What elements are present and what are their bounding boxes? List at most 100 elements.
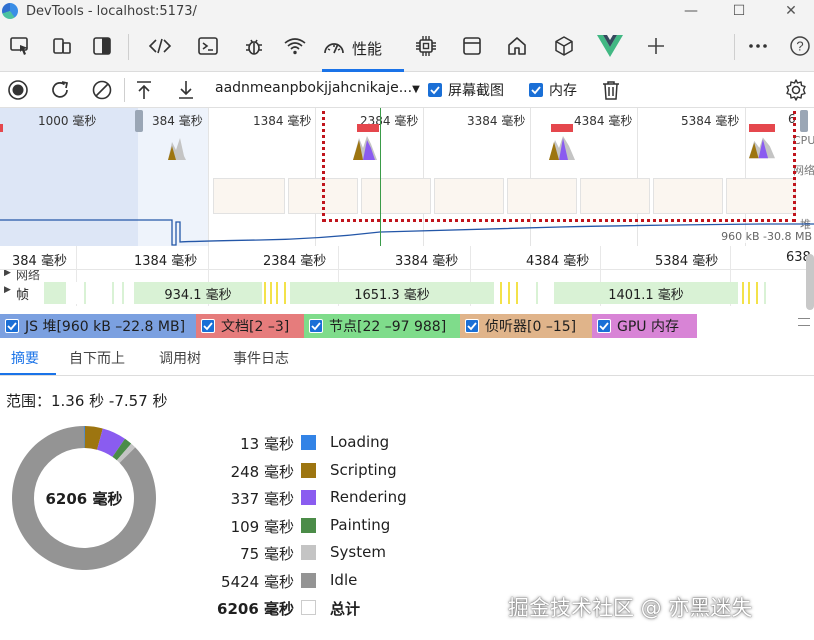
download-profile-icon[interactable] [173,77,199,103]
legend-swatch [301,490,316,505]
summary-legend-row: 13 毫秒 Loading [0,433,420,453]
reload-record-icon[interactable] [47,77,73,103]
legend-value: 109 毫秒 [230,518,294,536]
watermark: 掘金技术社区 @ 亦黑迷失 [508,596,753,620]
close-icon[interactable]: ✕ [768,0,814,22]
legend-value: 5424 毫秒 [221,573,294,591]
memory-counters-bar: JS 堆[960 kB –22.8 MB] 文档[2 –3] 节点[22 –97… [0,314,814,338]
ruler-time-label: 1384 毫秒 [134,254,198,269]
partial-frame-marker [264,282,266,304]
screenshot-thumbnail[interactable] [213,178,285,214]
frame-block[interactable] [44,282,66,304]
application-window-icon[interactable] [458,32,486,60]
sources-bug-icon[interactable] [240,32,268,60]
add-tab-icon[interactable] [642,32,670,60]
summary-legend-row: 5424 毫秒 Idle [0,571,420,591]
partial-frame-marker [284,282,286,304]
selection-handle-left[interactable] [135,110,143,132]
partial-frame-marker [276,282,278,304]
settings-gear-icon[interactable] [783,77,809,103]
partial-frame-marker [500,282,502,304]
tab-performance[interactable]: 性能 [322,30,404,72]
chevron-down-icon: ▼ [412,84,420,95]
elements-icon[interactable] [146,32,174,60]
legend-value: 337 毫秒 [230,490,294,508]
overview-time-label: 1384 毫秒 [253,114,312,128]
legend-swatch [301,573,316,588]
dock-side-icon[interactable] [88,32,116,60]
frame-duration: 1651.3 毫秒 [354,287,430,303]
frames-track[interactable]: 934.1 毫秒 1651.3 毫秒 1401.1 毫秒 ▶ 帧 [0,254,814,310]
ruler-time-label: 384 毫秒 [12,254,67,269]
counter-label: JS 堆[960 kB –22.8 MB] [25,319,186,335]
help-icon[interactable]: ? [786,32,814,60]
cpu-chip-icon[interactable] [412,32,440,60]
upload-profile-icon[interactable] [131,77,157,103]
ruler-time-label: 4384 毫秒 [526,254,590,269]
expand-arrow-icon[interactable]: ▶ [4,285,11,295]
network-wifi-icon[interactable] [281,32,309,60]
frames-track-label: 帧 [16,288,30,303]
tab-bottom-up[interactable]: 自下而上 [69,348,125,368]
counter-listeners[interactable]: 侦听器[0 –15] [460,314,592,338]
vertical-scrollbar[interactable] [806,254,814,310]
legend-name: Painting [330,516,391,534]
legend-swatch [301,435,316,450]
counter-js-heap[interactable]: JS 堆[960 kB –22.8 MB] [0,314,196,338]
tab-call-tree[interactable]: 调用树 [159,348,201,368]
minimize-icon[interactable]: — [668,0,714,22]
ruler-time-label: 2384 毫秒 [263,254,327,269]
garbage-collect-trash-icon[interactable] [598,77,624,103]
tab-summary[interactable]: 摘要 [11,348,39,368]
window-title: DevTools - localhost:5173/ [26,3,197,19]
summary-legend-row: 6206 毫秒 总计 [0,598,420,618]
counter-label: 侦听器[0 –15] [485,319,577,335]
home-icon[interactable] [503,32,531,60]
partial-frame-marker [270,282,272,304]
frame-duration: 934.1 毫秒 [164,287,232,303]
profile-select[interactable]: aadnmeanpbokjjahcnikaje...▼ [215,80,420,96]
vue-devtools-icon[interactable] [596,32,624,60]
counter-nodes[interactable]: 节点[22 –97 988] [304,314,460,338]
partial-frame-marker [516,282,518,304]
record-icon[interactable] [5,77,31,103]
expand-arrow-icon: ▶ [4,270,11,278]
active-tab-indicator [0,373,56,375]
summary-legend-row: 75 毫秒 System [0,543,420,563]
network-track[interactable]: ▶ 网络 [0,270,814,282]
counter-gpu-memory[interactable]: GPU 内存 [592,314,697,338]
performance-toolbar: aadnmeanpbokjjahcnikaje...▼ 屏幕截图 内存 [0,72,814,108]
frame-marker [536,282,538,304]
clear-icon[interactable] [89,77,115,103]
inspect-element-icon[interactable] [6,32,34,60]
summary-legend-row: 337 毫秒 Rendering [0,488,420,508]
selection-handle-right[interactable] [800,110,808,132]
memory-checkbox[interactable]: 内存 [529,80,577,100]
frame-duration: 1401.1 毫秒 [608,287,684,303]
profile-select-value: aadnmeanpbokjjahcnikaje... [215,80,413,96]
device-toolbar-icon[interactable] [48,32,76,60]
devtools-logo-icon [2,3,18,19]
legend-swatch [301,463,316,478]
checkbox-checked-icon [309,319,323,333]
console-icon[interactable] [194,32,222,60]
tab-performance-label: 性能 [352,39,383,58]
cube-icon[interactable] [550,32,578,60]
panel-resize-handle-icon[interactable] [798,318,810,326]
counter-documents[interactable]: 文档[2 –3] [196,314,304,338]
tab-event-log[interactable]: 事件日志 [233,348,289,368]
svg-text:?: ? [796,39,803,54]
more-options-icon[interactable] [744,32,772,60]
overview-time-label: 1000 毫秒 [38,114,97,128]
checkbox-checked-icon [428,83,442,97]
counter-label: GPU 内存 [617,319,679,335]
checkbox-checked-icon [597,319,611,333]
frame-block[interactable]: 934.1 毫秒 [134,282,262,304]
screenshots-checkbox[interactable]: 屏幕截图 [428,80,504,100]
frame-block[interactable]: 1651.3 毫秒 [290,282,494,304]
long-task-marker [0,124,3,132]
counter-label: 节点[22 –97 988] [329,319,447,335]
frame-block[interactable]: 1401.1 毫秒 [554,282,738,304]
timeline-overview[interactable]: 1000 毫秒 384 毫秒 1384 毫秒 2384 毫秒 3384 毫秒 4… [0,108,814,246]
maximize-icon[interactable]: ☐ [716,0,762,22]
